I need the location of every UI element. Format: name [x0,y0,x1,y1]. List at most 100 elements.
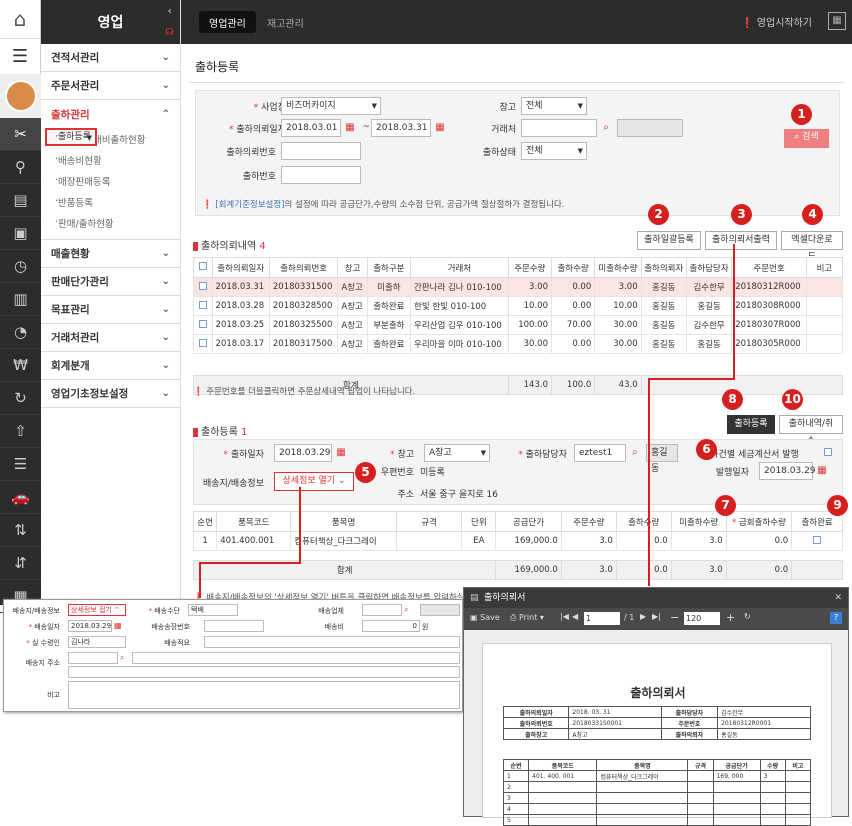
tools-icon[interactable]: ✂ [0,118,41,151]
submenu-item[interactable]: · 배송비현황 [41,149,180,170]
order-no-cell[interactable]: 20180308R000 [731,296,807,316]
memo-input[interactable] [204,636,460,648]
status-select[interactable]: 전체 [521,142,587,160]
manager-id-input[interactable]: eztest1 [574,444,626,462]
ship-warehouse-select[interactable]: A창고 [424,444,490,462]
menu-section[interactable]: 거래처관리 ⌄ [41,324,180,352]
complete-checkbox[interactable] [791,531,843,551]
text-doc-icon[interactable]: ☰ [0,448,41,481]
menu-section[interactable]: 회계분개 ⌄ [41,352,180,380]
table-row[interactable]: 2018.03.31 20180331500 A창고 미출하 간판나라 김나 010-1… [193,277,844,297]
date-from-input[interactable]: 2018.03.01 [281,119,341,137]
search-button[interactable]: ⌕ 검색 [784,129,829,148]
table-row[interactable]: 2018.03.17 20180317500 A창고 출하완료 우리마을 이마 010-… [193,334,844,354]
detail-close-button[interactable]: 상세정보 접기 ⌃ [68,604,126,616]
zoom-select[interactable]: 120 [684,612,720,625]
print-button[interactable]: ⎙ Print ▾ [510,613,544,623]
submenu-item[interactable]: · 매장판매등록 [41,170,180,191]
calendar-icon[interactable]: ▦ [114,621,122,630]
addr-input-2[interactable] [68,666,460,678]
alarm-clock-icon[interactable]: ◷ [0,250,41,283]
document-w-icon[interactable]: ▥ [0,283,41,316]
submenu-item[interactable]: · 판매/출하현황 [41,212,180,233]
up-down-icon[interactable]: ⇵ [0,547,41,580]
print-request-button[interactable]: 출하의뢰서출력 [705,231,777,250]
menu-section[interactable]: 판매단가관리 ⌄ [41,268,180,296]
calendar-icon[interactable]: ▦ [432,120,448,136]
date-to-input[interactable]: 2018.03.31 [371,119,431,137]
headset-icon[interactable]: ☊ [165,27,174,38]
warehouse-select[interactable]: 전체 [521,97,587,115]
contact-card-icon[interactable]: ▣ [0,217,41,250]
upload-icon[interactable]: ⇧ [0,415,41,448]
row-checkbox[interactable] [193,296,213,316]
row-checkbox[interactable] [193,315,213,335]
timer-icon[interactable]: ◔ [0,316,41,349]
company-input[interactable] [362,604,402,616]
menu-section[interactable]: 매출현황 ⌄ [41,240,180,268]
box-transfer-icon[interactable]: ⇅ [0,514,41,547]
menu-section[interactable]: 주문서관리 ⌄ [41,72,180,100]
menu-section[interactable]: 견적서관리 ⌄ [41,44,180,72]
bulk-register-button[interactable]: 출하일괄등록 [637,231,701,250]
tab-sales-management[interactable]: 영업관리 [199,11,256,33]
save-button[interactable]: ▣ Save [470,613,500,622]
car-icon[interactable]: 🚗 [0,481,41,514]
zoom-out-icon[interactable]: − [670,611,679,624]
order-no-cell[interactable]: 20180305R000 [731,334,807,354]
issue-date-input[interactable]: 2018.03.29 [759,462,816,480]
stamp-icon[interactable]: ⚲ [0,151,41,184]
invoice-no-input[interactable] [204,620,264,632]
refresh-icon[interactable]: ↻ [0,382,41,415]
ship-no-input[interactable] [281,166,361,184]
next-page-icon[interactable]: ▶ [640,612,646,621]
calendar-icon[interactable]: ▦ [342,120,358,136]
ship-cancel-button[interactable]: 출하내역/취소 [779,415,843,446]
menu-section[interactable]: 영업기초정보설정 ⌄ [41,380,180,408]
invoice-checkbox[interactable] [824,448,832,459]
refresh-icon[interactable]: ↻ [744,612,751,621]
start-sales-link[interactable]: ❗ 영업시작하기 [741,14,812,29]
prev-page-icon[interactable]: ◀ [572,612,578,621]
first-page-icon[interactable]: |◀ [560,612,569,621]
page-input[interactable]: 1 [584,612,620,625]
search-icon[interactable]: ⌕ [404,605,408,615]
ship-register-button[interactable]: 출하등록 [727,415,775,434]
last-page-icon[interactable]: ▶| [652,612,661,621]
excel-download-button[interactable]: 엑셀다운로드 [781,231,843,262]
order-no-cell[interactable]: 20180312R000 [731,277,807,297]
detail-open-button[interactable]: 상세정보 열기 ⌄ [274,472,354,491]
search-icon[interactable]: ⌕ [598,120,614,136]
select-all-checkbox[interactable] [193,257,213,278]
ledger-icon[interactable]: ▤ [0,184,41,217]
row-checkbox[interactable] [193,277,213,297]
submenu-item-active[interactable]: · 출하등록 [45,128,97,146]
help-icon[interactable]: ? [830,612,842,624]
menu-section-shipping[interactable]: 출하관리 ⌃ [41,100,180,128]
row-checkbox[interactable] [193,334,213,354]
collapse-arrow-icon[interactable]: ‹ [167,4,172,17]
home-icon[interactable]: ⌂ [0,0,41,38]
accounting-settings-link[interactable]: [회계기준정보설정] [215,200,284,210]
receiver-input[interactable]: 김나라 [68,636,126,648]
search-icon[interactable]: ⌕ [120,653,124,663]
request-no-input[interactable] [281,142,361,160]
addr-input-1[interactable] [132,652,460,664]
submenu-item[interactable]: · 반품등록 [41,191,180,212]
won-icon[interactable]: ₩ [0,349,41,382]
zip-input[interactable] [68,652,118,664]
table-row[interactable]: 2018.03.28 20180328500 A창고 출하완료 한빛 한빛 010-10… [193,296,844,316]
menu-section[interactable]: 목표관리 ⌄ [41,296,180,324]
order-no-cell[interactable]: 20180307R000 [731,315,807,335]
close-icon[interactable]: ✕ [834,588,842,608]
table-row[interactable]: 1 401.400.001 컴퓨터책상_다크그레이 EA 169,000.0 3… [192,531,843,551]
search-icon[interactable]: ⌕ [627,445,643,461]
hamburger-menu-icon[interactable]: ☰ [0,38,41,74]
tab-inventory-management[interactable]: 재고관리 [257,11,314,33]
calendar-icon[interactable]: ▦ [814,463,830,479]
table-row[interactable]: 2018.03.25 20180325500 A창고 부분출하 우리산업 김우 010-… [193,315,844,335]
business-select[interactable]: 비즈머카이지 [281,97,381,115]
ship-now-input[interactable]: 0.0 [725,531,793,551]
method-select[interactable]: 택배 [188,604,238,616]
calendar-icon[interactable]: ▦ [333,445,349,461]
